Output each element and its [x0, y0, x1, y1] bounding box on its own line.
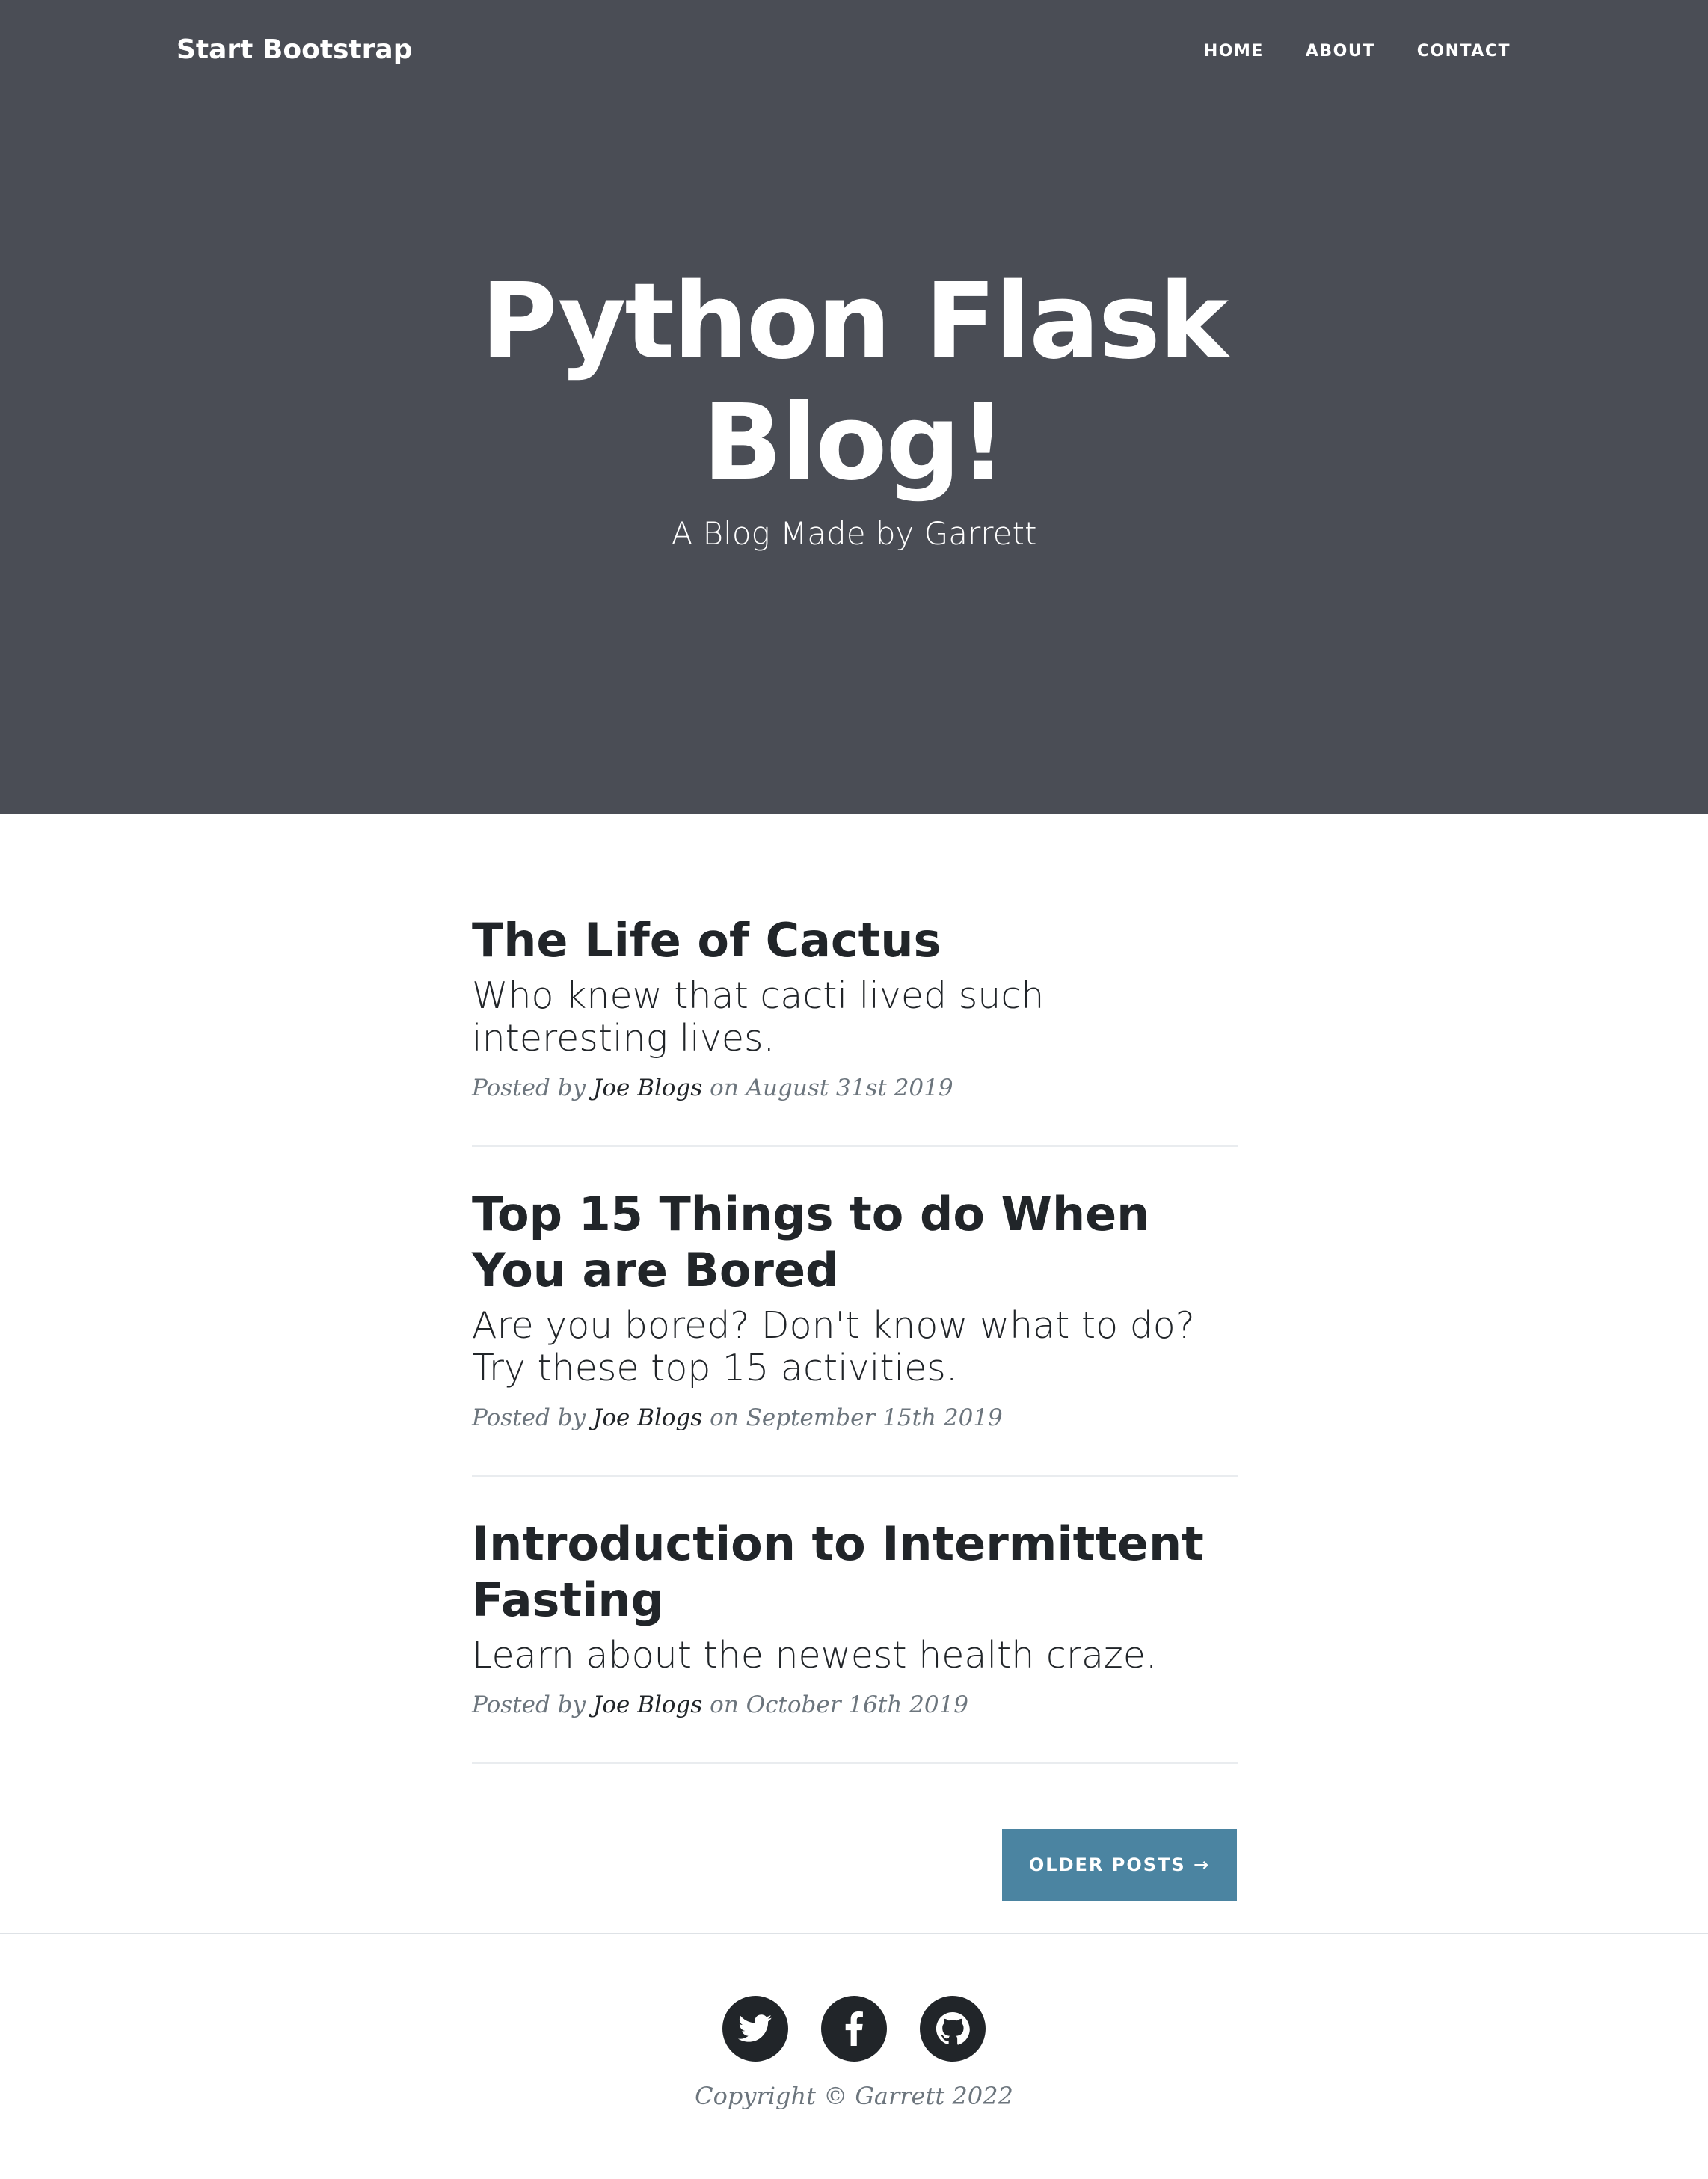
- copyright-text: Copyright © Garrett 2022: [695, 2082, 1013, 2110]
- twitter-icon[interactable]: [722, 1996, 788, 2062]
- post-meta-date: on October 16th 2019: [710, 1691, 969, 1718]
- older-posts-button[interactable]: OLDER POSTS →: [1002, 1829, 1237, 1901]
- post-meta-prefix: Posted by: [472, 1075, 586, 1101]
- post-meta-prefix: Posted by: [472, 1691, 586, 1718]
- twitter-icon-glyph: [738, 2014, 772, 2042]
- post-preview: The Life of Cactus Who knew that cacti l…: [472, 912, 1238, 1147]
- post-meta: Posted by Joe Blogs on September 15th 20…: [472, 1403, 1238, 1433]
- post-subtitle[interactable]: Are you bored? Don't know what to do? Tr…: [472, 1304, 1238, 1389]
- post-title[interactable]: Top 15 Things to do When You are Bored: [472, 1186, 1238, 1298]
- post-meta-date: on August 31st 2019: [710, 1075, 953, 1101]
- nav-link-contact[interactable]: CONTACT: [1417, 42, 1511, 61]
- facebook-icon-glyph: [845, 2011, 863, 2046]
- post-title[interactable]: Introduction to Intermittent Fasting: [472, 1516, 1238, 1628]
- post-meta-prefix: Posted by: [472, 1404, 586, 1431]
- post-meta: Posted by Joe Blogs on October 16th 2019: [472, 1690, 1238, 1720]
- post-title[interactable]: The Life of Cactus: [472, 912, 1238, 968]
- post-preview: Introduction to Intermittent Fasting Lea…: [472, 1477, 1238, 1764]
- github-icon[interactable]: [920, 1996, 986, 2062]
- post-author-link[interactable]: Joe Blogs: [593, 1691, 702, 1718]
- github-icon-glyph: [936, 2011, 970, 2045]
- post-preview: Top 15 Things to do When You are Bored A…: [472, 1147, 1238, 1477]
- nav-link-about[interactable]: ABOUT: [1306, 42, 1375, 61]
- navbar: Start Bootstrap HOME ABOUT CONTACT: [0, 0, 1708, 105]
- post-author-link[interactable]: Joe Blogs: [593, 1404, 702, 1431]
- social-links: [0, 1996, 1708, 2062]
- facebook-icon[interactable]: [821, 1996, 887, 2062]
- site-subtitle: A Blog Made by Garrett: [671, 515, 1037, 552]
- nav-link-home[interactable]: HOME: [1204, 42, 1264, 61]
- post-subtitle[interactable]: Who knew that cacti lived such interesti…: [472, 974, 1238, 1060]
- site-title: Python Flask Blog!: [480, 261, 1229, 504]
- post-meta-date: on September 15th 2019: [710, 1404, 1003, 1431]
- post-meta: Posted by Joe Blogs on August 31st 2019: [472, 1073, 1238, 1103]
- post-author-link[interactable]: Joe Blogs: [593, 1075, 702, 1101]
- footer-divider: [0, 1933, 1708, 1934]
- site-heading: Python Flask Blog! A Blog Made by Garret…: [0, 262, 1708, 556]
- masthead: Start Bootstrap HOME ABOUT CONTACT Pytho…: [0, 0, 1708, 814]
- nav-links: HOME ABOUT CONTACT: [1204, 42, 1511, 61]
- post-subtitle[interactable]: Learn about the newest health craze.: [472, 1634, 1238, 1676]
- post-list: The Life of Cactus Who knew that cacti l…: [472, 912, 1238, 1764]
- brand-link[interactable]: Start Bootstrap: [176, 34, 413, 65]
